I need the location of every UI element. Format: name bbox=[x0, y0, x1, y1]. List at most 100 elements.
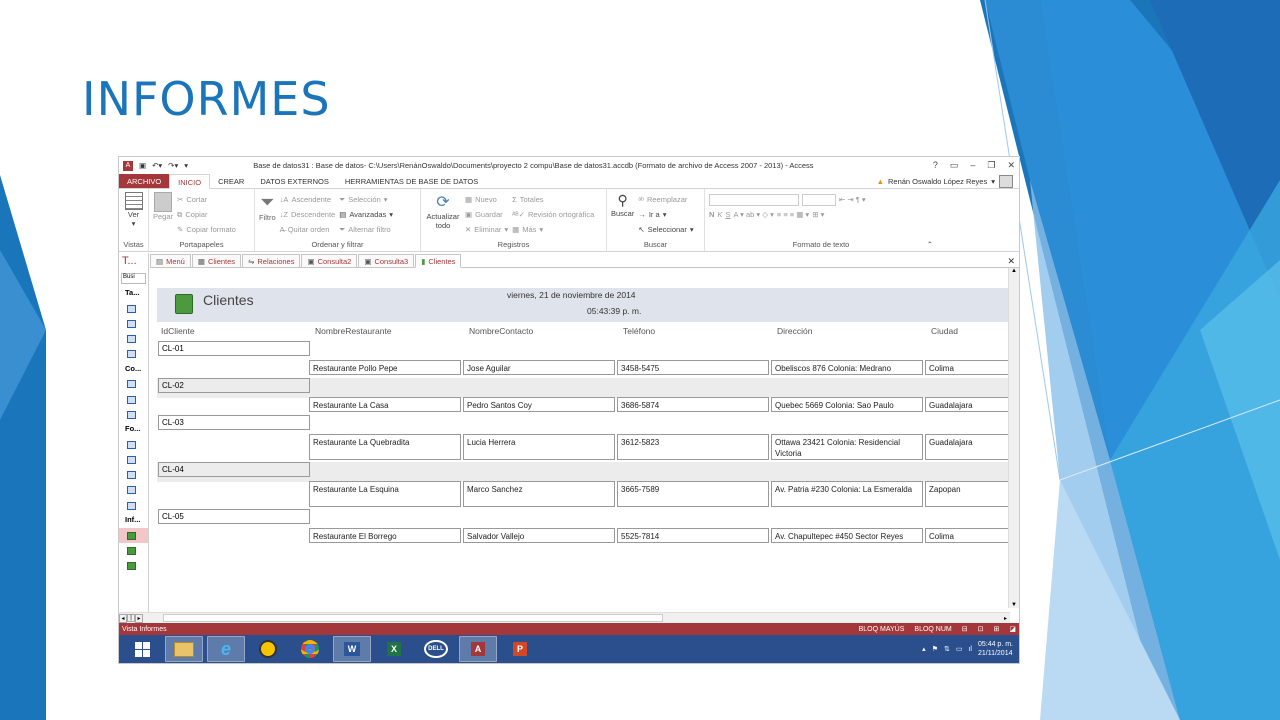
doc-tab-consulta3[interactable]: ▣ Consulta3 bbox=[358, 254, 415, 267]
close-document-icon[interactable]: ✕ bbox=[1003, 256, 1019, 267]
gridlines-icon[interactable]: ⊞ ▾ bbox=[812, 210, 824, 219]
tab-crear[interactable]: CREAR bbox=[210, 174, 252, 188]
flag-icon[interactable]: ⚑ bbox=[932, 645, 938, 653]
underline-button[interactable]: S bbox=[725, 210, 730, 219]
avatar[interactable] bbox=[999, 174, 1013, 188]
access-taskbar-icon[interactable]: A bbox=[459, 636, 497, 662]
customize-icon[interactable]: ▾ bbox=[184, 161, 188, 170]
chrome-taskbar-icon[interactable] bbox=[291, 636, 329, 662]
nav-item[interactable] bbox=[119, 498, 148, 513]
vertical-scrollbar[interactable]: ▲ ▼ bbox=[1008, 268, 1019, 608]
descendente-button[interactable]: ↓Z Descendente bbox=[280, 207, 336, 222]
nuevo-button[interactable]: ▦ Nuevo bbox=[465, 192, 508, 207]
alternar-filtro-button[interactable]: ⏷ Alternar filtro bbox=[339, 222, 393, 237]
collapse-ribbon-icon[interactable]: ⌃ bbox=[927, 240, 933, 249]
totales-button[interactable]: Σ Totales bbox=[512, 192, 594, 207]
doc-tab-relaciones[interactable]: ⇋ Relaciones bbox=[242, 254, 301, 267]
font-name-select[interactable] bbox=[709, 193, 799, 206]
file-explorer-taskbar-icon[interactable] bbox=[165, 636, 203, 662]
battery-icon[interactable]: ▭ bbox=[956, 645, 963, 653]
nav-header[interactable]: T... bbox=[119, 253, 148, 271]
tab-archivo[interactable]: ARCHIVO bbox=[119, 174, 170, 188]
ortografia-button[interactable]: ᴬᴮ✓ Revisión ortográfica bbox=[512, 207, 594, 222]
signal-icon[interactable]: ıl bbox=[968, 646, 972, 653]
seleccion-button[interactable]: ⏷ Selección ▾ bbox=[339, 192, 393, 207]
redo-icon[interactable]: ↷▾ bbox=[168, 161, 178, 170]
nav-item[interactable] bbox=[119, 453, 148, 468]
first-page-icon[interactable]: ◂ bbox=[119, 613, 127, 623]
nav-search-input[interactable]: Busi bbox=[121, 273, 146, 284]
doc-tab-consulta2[interactable]: ▣ Consulta2 bbox=[301, 254, 358, 267]
layout-view-icon[interactable]: ⊞ bbox=[994, 625, 1000, 633]
ribbon-display-button[interactable]: ▭ bbox=[950, 160, 959, 171]
indent-icons[interactable]: ⇤ ⇥ ¶ ▾ bbox=[839, 195, 866, 204]
user-dropdown-icon[interactable]: ▾ bbox=[991, 177, 995, 186]
horizontal-scrollbar[interactable]: ◂ | ▸ ▸ bbox=[119, 612, 1010, 623]
nav-item[interactable] bbox=[119, 528, 148, 544]
word-taskbar-icon[interactable]: W bbox=[333, 636, 371, 662]
eliminar-button[interactable]: ✕ Eliminar ▾ bbox=[465, 222, 508, 237]
dell-taskbar-icon[interactable]: DELL bbox=[417, 636, 455, 662]
nav-item[interactable] bbox=[119, 347, 148, 362]
tab-herramientas[interactable]: HERRAMIENTAS DE BASE DE DATOS bbox=[337, 174, 486, 188]
design-view-icon[interactable]: ◪ bbox=[1009, 625, 1016, 633]
nav-item[interactable] bbox=[119, 331, 148, 346]
nav-section-header[interactable]: Ta... bbox=[119, 286, 148, 301]
report-view-icon[interactable]: ⊟ bbox=[962, 625, 968, 633]
font-size-select[interactable] bbox=[802, 193, 836, 206]
reemplazar-button[interactable]: ᵃᵇ Reemplazar bbox=[638, 192, 693, 207]
user-name[interactable]: Renán Oswaldo López Reyes bbox=[888, 177, 987, 186]
avanzadas-button[interactable]: ▤ Avanzadas ▾ bbox=[339, 207, 393, 222]
doc-tab-menu[interactable]: ▤ Menú bbox=[150, 254, 191, 267]
nav-item[interactable] bbox=[119, 316, 148, 331]
font-color-icon[interactable]: A ▾ ab ▾ ◇ ▾ bbox=[733, 210, 773, 219]
mas-button[interactable]: ▦ Más ▾ bbox=[512, 222, 594, 237]
ir-a-button[interactable]: → Ir a ▾ bbox=[638, 207, 693, 222]
undo-icon[interactable]: ↶▾ bbox=[152, 161, 162, 170]
nav-item[interactable] bbox=[119, 377, 148, 392]
help-button[interactable]: ? bbox=[933, 160, 938, 171]
italic-button[interactable]: K bbox=[717, 210, 722, 219]
prev-page-icon[interactable]: | bbox=[127, 614, 135, 622]
tray-expand-icon[interactable]: ▴ bbox=[922, 645, 926, 653]
nav-item[interactable] bbox=[119, 543, 148, 558]
start-button[interactable] bbox=[123, 636, 161, 662]
guardar-button[interactable]: ▣ Guardar bbox=[465, 207, 508, 222]
clock[interactable]: 05:44 p. m. 21/11/2014 bbox=[978, 640, 1013, 658]
ascendente-button[interactable]: ↓A Ascendente bbox=[280, 192, 336, 207]
minimize-button[interactable]: – bbox=[970, 160, 975, 171]
internet-explorer-taskbar-icon[interactable]: e bbox=[207, 636, 245, 662]
nav-section-header[interactable]: Inf... bbox=[119, 513, 148, 528]
tab-inicio[interactable]: INICIO bbox=[169, 174, 211, 189]
nav-item[interactable] bbox=[119, 407, 148, 422]
nav-item[interactable] bbox=[119, 559, 148, 574]
norton-taskbar-icon[interactable] bbox=[249, 636, 287, 662]
tab-datos-externos[interactable]: DATOS EXTERNOS bbox=[252, 174, 337, 188]
close-button[interactable]: ✕ bbox=[1007, 160, 1015, 171]
nav-section-header[interactable]: Co... bbox=[119, 362, 148, 377]
nav-item[interactable] bbox=[119, 483, 148, 498]
nav-item[interactable] bbox=[119, 437, 148, 452]
next-page-icon[interactable]: ▸ bbox=[135, 613, 143, 623]
align-icons[interactable]: ≡ ≡ ≡ ▦ ▾ bbox=[777, 210, 809, 219]
nav-section-header[interactable]: Fo... bbox=[119, 422, 148, 437]
restore-button[interactable]: ❐ bbox=[987, 160, 995, 171]
copiar-button[interactable]: ⧉ Copiar bbox=[177, 207, 236, 222]
doc-tab-clientes-table[interactable]: ▦ Clientes bbox=[191, 254, 242, 267]
nav-item[interactable] bbox=[119, 392, 148, 407]
print-preview-icon[interactable]: ⊡ bbox=[978, 625, 984, 633]
cortar-button[interactable]: ✂ Cortar bbox=[177, 192, 236, 207]
nav-item[interactable] bbox=[119, 301, 148, 316]
seleccionar-button[interactable]: ↖ Seleccionar ▾ bbox=[638, 222, 693, 237]
ver-button[interactable]: Ver ▾ bbox=[123, 192, 144, 228]
nav-item[interactable] bbox=[119, 468, 148, 483]
doc-tab-clientes-report[interactable]: ▮ Clientes bbox=[415, 254, 462, 268]
quitar-orden-button[interactable]: A̶ Quitar orden bbox=[280, 222, 336, 237]
hscroll-thumb[interactable] bbox=[163, 614, 663, 622]
copiar-formato-button[interactable]: ✎ Copiar formato bbox=[177, 222, 236, 237]
powerpoint-taskbar-icon[interactable]: P bbox=[501, 636, 539, 662]
network-icon[interactable]: ⇅ bbox=[944, 645, 950, 653]
excel-taskbar-icon[interactable]: X bbox=[375, 636, 413, 662]
bold-button[interactable]: N bbox=[709, 210, 714, 219]
save-icon[interactable]: ▣ bbox=[139, 161, 146, 170]
